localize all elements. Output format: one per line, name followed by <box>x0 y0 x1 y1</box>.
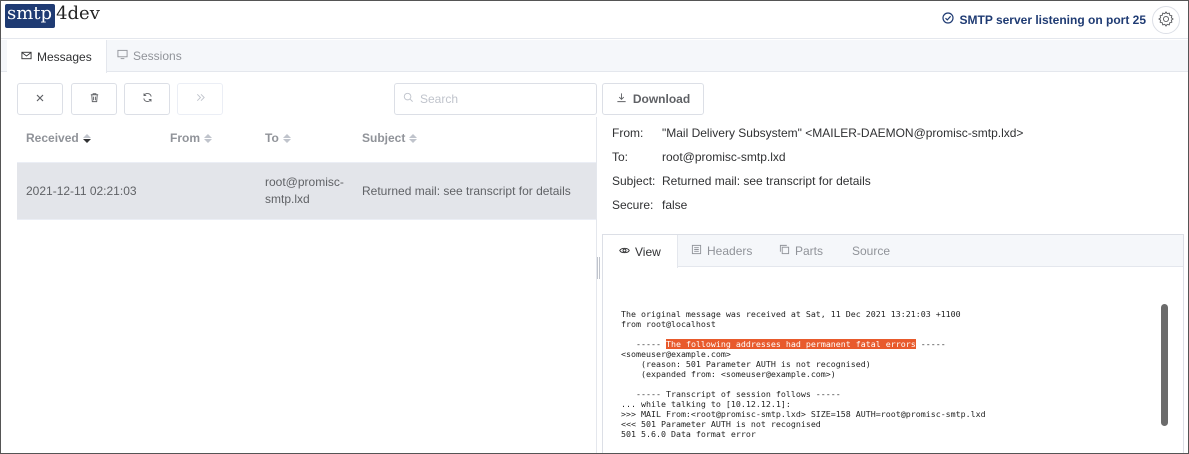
tab-source[interactable]: Source <box>836 235 906 267</box>
body-line: The original message was received at Sat… <box>621 309 961 319</box>
tab-messages-label: Messages <box>37 49 92 64</box>
tab-view[interactable]: View <box>603 235 678 268</box>
server-status: SMTP server listening on port 25 <box>941 12 1147 27</box>
refresh-icon <box>142 92 153 106</box>
main-tabs: Messages Sessions <box>1 40 1188 73</box>
check-circle-icon <box>941 12 954 27</box>
logo-box-text: smtp <box>5 4 56 28</box>
from-label: From: <box>612 126 644 140</box>
column-received-label: Received <box>26 131 79 145</box>
vertical-scrollbar[interactable] <box>1161 304 1168 426</box>
search-field[interactable] <box>394 83 597 115</box>
tab-messages[interactable]: Messages <box>7 40 107 73</box>
tab-source-label: Source <box>852 244 891 258</box>
body-line: >>> MAIL From:<root@promisc-smtp.lxd> SI… <box>621 409 986 419</box>
relay-button[interactable] <box>177 83 223 115</box>
row-to-line2: smtp.lxd <box>265 192 310 206</box>
search-icon <box>403 92 414 106</box>
to-label: To: <box>612 150 629 164</box>
column-to-label: To <box>265 131 279 145</box>
list-divider <box>17 219 596 220</box>
table-row[interactable]: 2021-12-11 02:21:03 root@promisc- smtp.l… <box>17 163 596 219</box>
settings-button[interactable] <box>1152 6 1180 34</box>
body-line: 501 5.6.0 Data format error <box>621 429 756 439</box>
row-subject: Returned mail: see transcript for detail… <box>362 184 571 198</box>
envelope-icon <box>21 50 32 64</box>
trash-icon <box>89 92 100 106</box>
copy-icon <box>779 244 790 258</box>
body-line: <<< 501 Parameter AUTH is not recognised <box>621 419 821 429</box>
to-value: root@promisc-smtp.lxd <box>662 150 786 164</box>
double-chevron-right-icon <box>195 92 206 106</box>
column-received[interactable]: Received <box>26 131 91 145</box>
tab-view-label: View <box>635 244 661 259</box>
refresh-button[interactable] <box>124 83 170 115</box>
body-line: <someuser@example.com> <box>621 349 731 359</box>
app-window: smtp 4dev SMTP server listening on port … <box>0 0 1189 454</box>
viewer-tabs: View Headers Parts Source <box>603 235 1183 268</box>
tab-headers-label: Headers <box>707 244 753 258</box>
eye-icon <box>619 245 630 259</box>
secure-value: false <box>662 198 688 212</box>
search-input[interactable] <box>420 92 590 106</box>
secure-label: Secure: <box>612 198 654 212</box>
logo[interactable]: smtp 4dev <box>5 4 100 34</box>
row-to-line1: root@promisc- <box>265 175 344 189</box>
body-line: (expanded from: <someuser@example.com>) <box>621 369 836 379</box>
download-icon <box>616 92 627 106</box>
highlighted-text: The following addresses had permanent fa… <box>665 339 916 349</box>
message-list-header: Received From To Subject <box>17 124 596 152</box>
tab-sessions[interactable]: Sessions <box>103 40 196 72</box>
body-line: ----- <box>621 339 666 349</box>
tab-parts[interactable]: Parts <box>763 235 839 267</box>
message-body: The original message was received at Sat… <box>621 309 986 439</box>
body-line: ... while talking to [10.12.12.1]: <box>621 399 791 409</box>
column-subject-label: Subject <box>362 131 406 145</box>
clear-button[interactable] <box>17 83 63 115</box>
monitor-icon <box>117 49 128 63</box>
row-received: 2021-12-11 02:21:03 <box>26 184 137 198</box>
server-status-text: SMTP server listening on port 25 <box>959 12 1147 27</box>
download-label: Download <box>632 92 691 106</box>
tab-headers[interactable]: Headers <box>675 235 768 267</box>
sort-arrows-icon <box>282 133 291 143</box>
column-subject[interactable]: Subject <box>362 131 418 145</box>
subject-label: Subject: <box>612 174 656 188</box>
column-to[interactable]: To <box>265 131 291 145</box>
close-icon <box>35 92 45 106</box>
tab-parts-label: Parts <box>795 244 824 258</box>
gear-icon <box>1157 10 1175 31</box>
sort-arrows-icon <box>409 133 418 143</box>
subject-value: Returned mail: see transcript for detail… <box>662 174 871 188</box>
row-to: root@promisc- smtp.lxd <box>265 174 344 208</box>
logo-tail-text: 4dev <box>56 3 100 24</box>
tab-sessions-label: Sessions <box>133 49 182 63</box>
sort-arrows-icon <box>82 133 91 143</box>
top-bar: smtp 4dev SMTP server listening on port … <box>1 1 1188 39</box>
download-button[interactable]: Download <box>602 83 704 115</box>
column-from-label: From <box>170 131 200 145</box>
body-line: (reason: 501 Parameter AUTH is not recog… <box>621 359 871 369</box>
sort-arrows-icon <box>204 133 212 143</box>
body-line-suffix: ----- <box>915 339 946 349</box>
pane-divider <box>596 117 597 453</box>
column-from[interactable]: From <box>170 131 212 145</box>
list-icon <box>691 244 702 258</box>
splitter-handle[interactable] <box>597 257 601 279</box>
message-viewer: View Headers Parts Source The original m… <box>602 234 1184 453</box>
delete-button[interactable] <box>71 83 117 115</box>
body-line: from root@localhost <box>621 319 716 329</box>
from-value: "Mail Delivery Subsystem" <MAILER-DAEMON… <box>662 126 1024 140</box>
body-line: ----- Transcript of session follows ----… <box>621 389 841 399</box>
